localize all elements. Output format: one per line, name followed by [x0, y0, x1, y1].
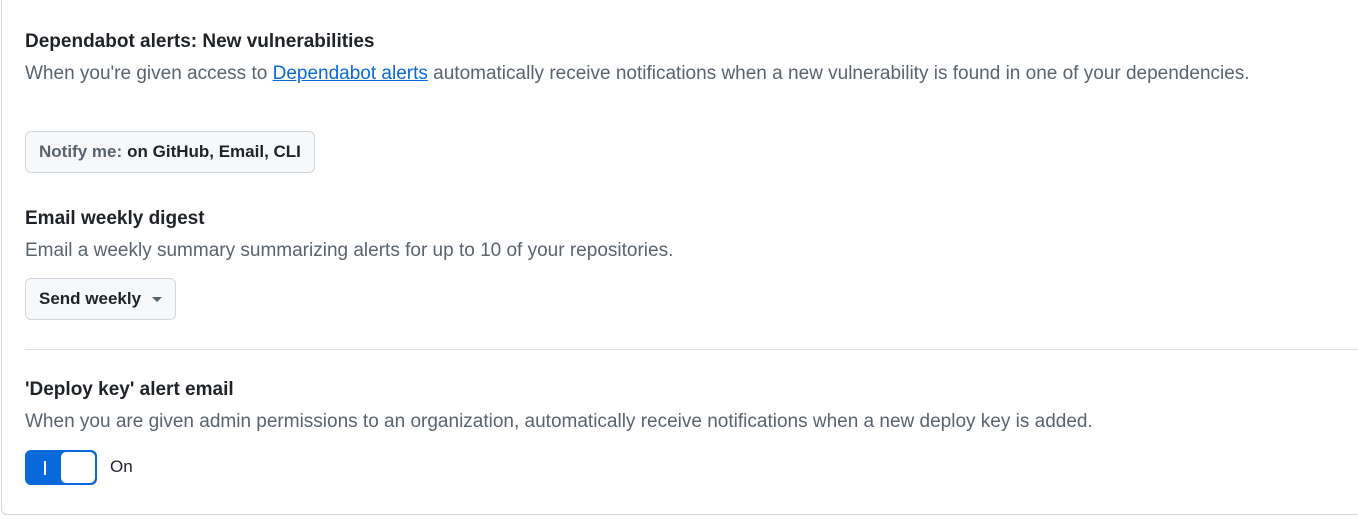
deploy-key-alert-description: When you are given admin permissions to … — [25, 411, 1093, 432]
caret-down-icon — [152, 296, 163, 302]
email-weekly-digest-description: Email a weekly summary summarizing alert… — [25, 240, 674, 261]
deploy-key-alert-toggle[interactable] — [25, 450, 97, 485]
send-weekly-label: Send weekly — [39, 289, 142, 308]
send-weekly-select[interactable]: Send weekly — [25, 278, 177, 320]
notify-me-value: on GitHub, Email, CLI — [127, 142, 301, 161]
dependabot-alerts-link[interactable]: Dependabot alerts — [273, 63, 428, 84]
email-weekly-digest-title: Email weekly digest — [25, 208, 205, 229]
toggle-knob — [60, 451, 96, 484]
deploy-key-alert-title: 'Deploy key' alert email — [25, 379, 234, 400]
dependabot-alerts-description: When you're given access to Dependabot a… — [25, 58, 1255, 89]
toggle-state-label: On — [110, 457, 133, 476]
section-divider — [25, 349, 1358, 350]
notify-me-prefix: Notify me: — [39, 142, 123, 161]
dependabot-desc-before: When you're given access to — [25, 63, 273, 84]
dependabot-alerts-title: Dependabot alerts: New vulnerabilities — [25, 31, 375, 52]
toggle-on-icon — [44, 461, 46, 475]
notify-me-button[interactable]: Notify me: on GitHub, Email, CLI — [25, 131, 315, 173]
dependabot-desc-after: automatically receive notifications when… — [427, 63, 1250, 84]
